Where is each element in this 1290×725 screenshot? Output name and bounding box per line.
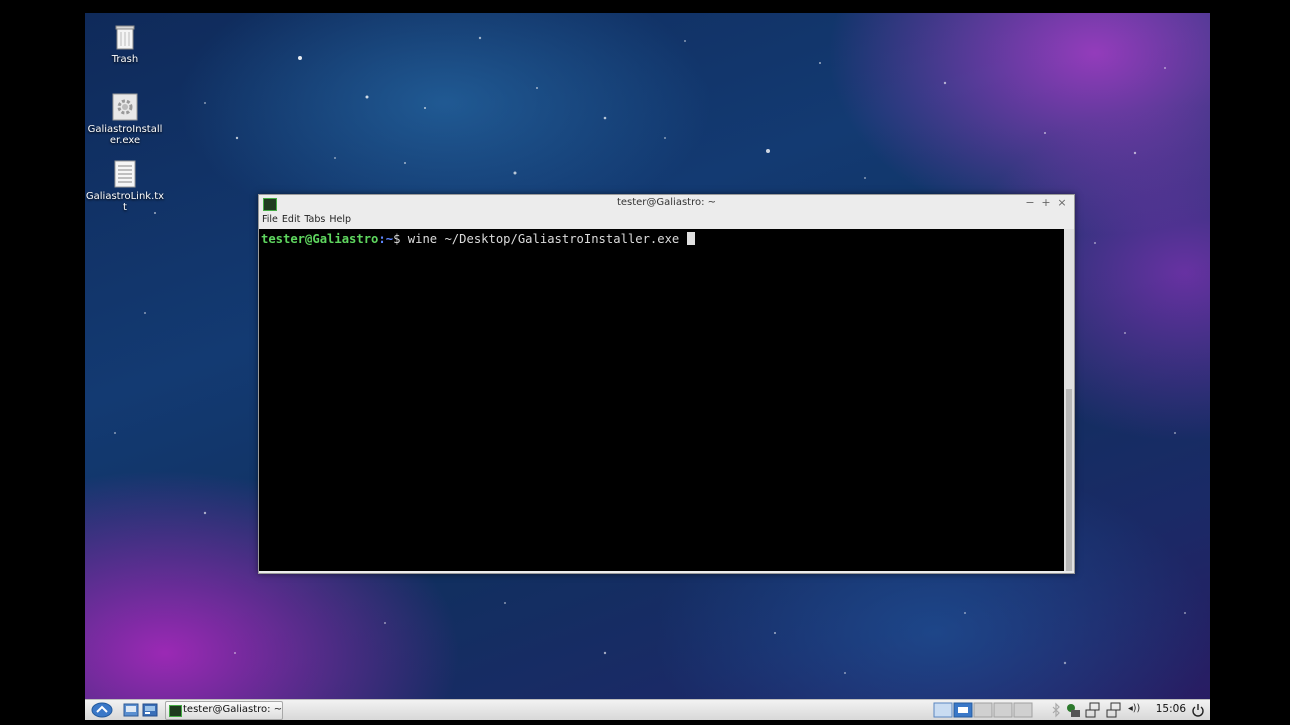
scrollbar-thumb[interactable]: [1066, 389, 1072, 571]
trash-icon: [115, 25, 135, 50]
taskbar: tester@Galiastro: ~ ◂)) 15:06: [85, 699, 1210, 720]
file-manager-icon[interactable]: [123, 702, 139, 718]
maximize-button[interactable]: +: [1040, 196, 1052, 209]
power-icon[interactable]: [1191, 702, 1205, 718]
minimize-button[interactable]: −: [1024, 196, 1036, 209]
bluetooth-icon[interactable]: [1051, 702, 1061, 718]
scrollbar[interactable]: [1064, 229, 1074, 571]
desktop-icon-label: Trash: [111, 54, 139, 65]
prompt-user: tester@Galiastro: [261, 232, 379, 246]
desktop-icon-trash[interactable]: Trash: [85, 23, 165, 65]
desktop: Trash GaliastroInstaller.exe GaliastroLi…: [85, 13, 1210, 720]
desktop-icon-installer[interactable]: GaliastroInstaller.exe: [85, 93, 165, 146]
prompt-path: :~: [378, 232, 394, 246]
menu-tabs[interactable]: Tabs: [302, 212, 327, 225]
terminal-output[interactable]: tester@Galiastro:~$ wine ~/Desktop/Galia…: [259, 229, 1064, 571]
network-icon-2[interactable]: [1106, 702, 1122, 718]
taskbar-task-terminal[interactable]: tester@Galiastro: ~: [165, 701, 283, 720]
desktop-icon-label: GaliastroLink.txt: [85, 191, 165, 213]
clock[interactable]: 15:06: [1156, 703, 1186, 715]
command-line: tester@Galiastro:~$ wine ~/Desktop/Galia…: [261, 232, 695, 246]
menu-bar: File Edit Tabs Help: [259, 212, 1074, 227]
workspace-pager[interactable]: [933, 702, 1043, 718]
desktop-icon-label: GaliastroInstaller.exe: [87, 124, 163, 146]
show-desktop-icon[interactable]: [142, 702, 158, 718]
menu-file[interactable]: File: [259, 212, 280, 225]
window-title: tester@Galiastro: ~: [616, 197, 717, 208]
text-file-icon: [114, 160, 136, 188]
menu-help[interactable]: Help: [327, 212, 353, 225]
text-cursor: [686, 232, 695, 245]
start-menu-icon[interactable]: [91, 702, 113, 718]
command-text: wine ~/Desktop/GaliastroInstaller.exe: [407, 232, 687, 246]
terminal-icon: [169, 705, 182, 717]
close-button[interactable]: ×: [1056, 196, 1068, 209]
prompt-symbol: $: [393, 232, 408, 246]
title-bar[interactable]: tester@Galiastro: ~ − + ×: [259, 195, 1074, 212]
update-notifier-icon[interactable]: [1065, 702, 1081, 718]
network-icon[interactable]: [1085, 702, 1101, 718]
task-label: tester@Galiastro: ~: [183, 704, 283, 715]
desktop-icon-textfile[interactable]: GaliastroLink.txt: [85, 160, 165, 213]
terminal-window[interactable]: tester@Galiastro: ~ − + × File Edit Tabs He…: [258, 194, 1075, 574]
volume-icon[interactable]: ◂)): [1128, 703, 1140, 714]
menu-edit[interactable]: Edit: [280, 212, 302, 225]
gear-icon: [112, 93, 138, 121]
